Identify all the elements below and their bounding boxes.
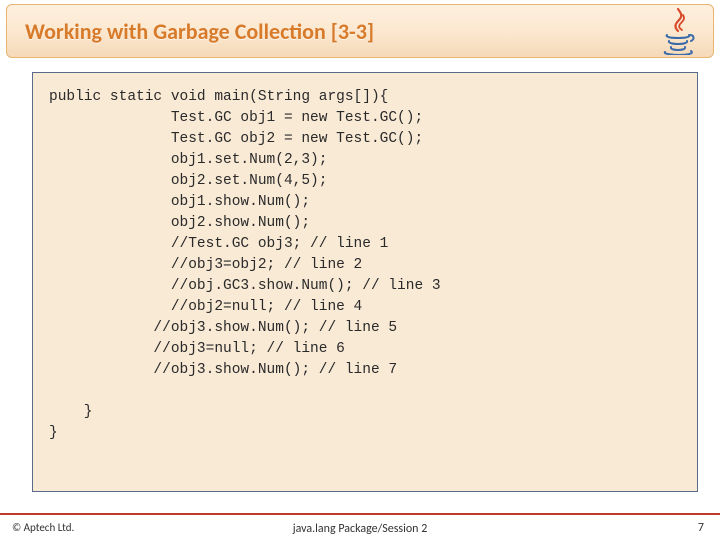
copyright-text: © Aptech Ltd. — [12, 521, 74, 534]
slide-title: Working with Garbage Collection [3-3] — [25, 18, 374, 45]
code-line: } — [49, 425, 58, 441]
code-line: obj2.show.Num(); — [49, 215, 310, 231]
code-line: Test.GC obj1 = new Test.GC(); — [49, 110, 423, 126]
page-number: 7 — [698, 521, 704, 535]
code-line: //obj3=null; // line 6 — [49, 341, 345, 357]
code-line: //obj3.show.Num(); // line 7 — [49, 362, 397, 378]
code-line: //obj3=obj2; // line 2 — [49, 257, 362, 273]
footer-breadcrumb: java.lang Package/Session 2 — [0, 518, 720, 536]
code-line: } — [49, 404, 93, 420]
code-block: public static void main(String args[]){ … — [32, 72, 698, 492]
java-logo-icon — [657, 7, 699, 60]
code-line: obj2.set.Num(4,5); — [49, 173, 327, 189]
code-line: //obj.GC3.show.Num(); // line 3 — [49, 278, 441, 294]
code-line: Test.GC obj2 = new Test.GC(); — [49, 131, 423, 147]
code-line: //obj2=null; // line 4 — [49, 299, 362, 315]
slide-header: Working with Garbage Collection [3-3] — [6, 4, 714, 58]
code-line: public static void main(String args[]){ — [49, 89, 388, 105]
code-line: obj1.show.Num(); — [49, 194, 310, 210]
code-line: obj1.set.Num(2,3); — [49, 152, 327, 168]
code-line: //Test.GC obj3; // line 1 — [49, 236, 388, 252]
slide-footer: © Aptech Ltd. java.lang Package/Session … — [0, 513, 720, 536]
code-line: //obj3.show.Num(); // line 5 — [49, 320, 397, 336]
